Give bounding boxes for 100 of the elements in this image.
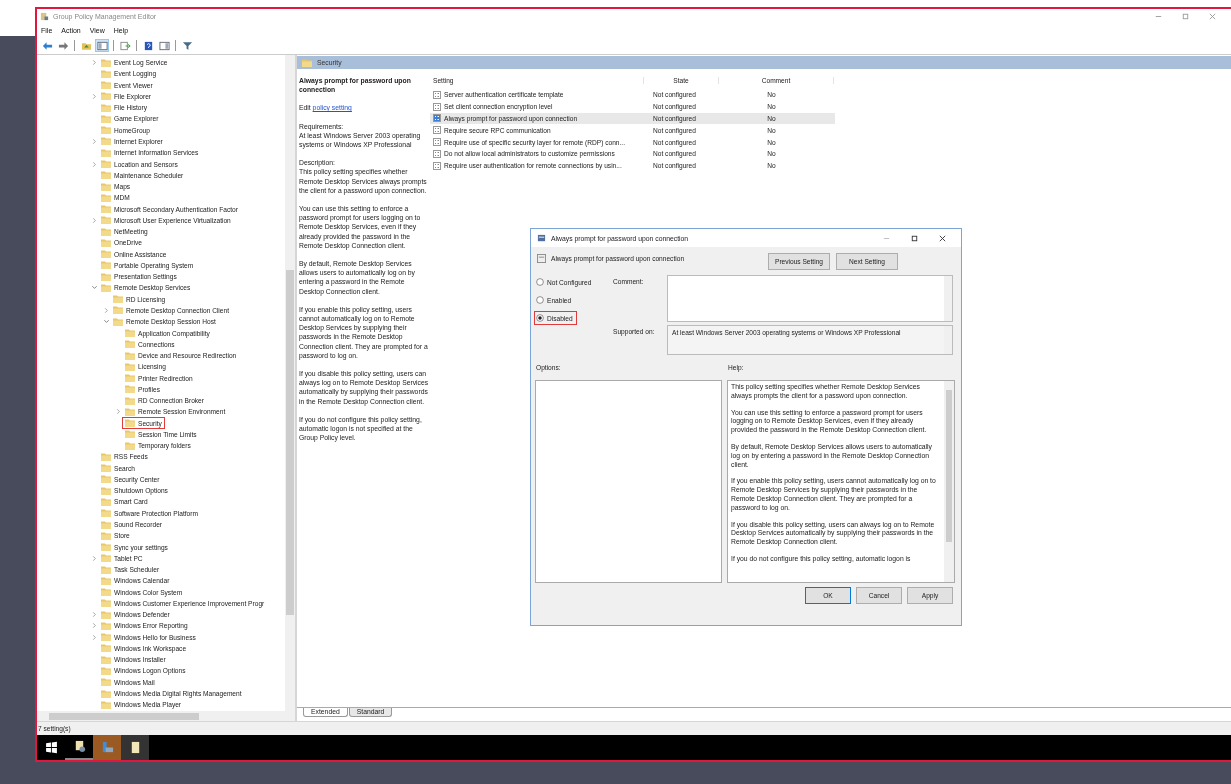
folder-icon xyxy=(101,193,111,202)
comment-field[interactable] xyxy=(667,275,953,322)
panel-icon xyxy=(158,40,170,51)
folder-icon xyxy=(101,103,111,112)
setting-icon xyxy=(433,114,441,123)
folder-icon xyxy=(101,610,111,619)
policy-icon xyxy=(537,233,546,243)
chevron-down-icon[interactable] xyxy=(103,318,110,326)
folder-icon xyxy=(125,329,135,337)
folder-icon xyxy=(101,633,111,642)
setting-icon xyxy=(433,138,441,147)
tree-pane-icon xyxy=(96,40,108,51)
folder-icon xyxy=(125,351,135,360)
close-icon[interactable] xyxy=(938,233,947,243)
folder-icon xyxy=(101,148,111,157)
chevron-right-icon[interactable] xyxy=(115,408,122,416)
export-list-icon xyxy=(119,40,131,51)
windows-logo-icon xyxy=(44,741,58,754)
folder-icon xyxy=(101,543,111,552)
setting-icon xyxy=(433,90,441,99)
folder-icon xyxy=(125,396,135,405)
folder-icon xyxy=(101,126,111,135)
filter-icon xyxy=(181,40,193,51)
folder-icon xyxy=(101,689,111,698)
toolbar-button[interactable] xyxy=(118,39,132,52)
back-arrow-icon xyxy=(41,40,53,51)
vertical-scrollbar[interactable] xyxy=(285,55,295,711)
folder-icon xyxy=(101,464,111,473)
setting-icon xyxy=(433,126,441,135)
folder-icon xyxy=(125,407,135,416)
toolbar-button[interactable] xyxy=(40,39,54,52)
folder-icon xyxy=(101,216,111,225)
scroll-thumb[interactable] xyxy=(946,390,952,542)
app-icon xyxy=(40,12,49,21)
folder-icon xyxy=(101,250,111,259)
folder-icon xyxy=(101,498,111,506)
folder-icon xyxy=(101,272,111,281)
folder-icon xyxy=(101,700,111,709)
folder-icon xyxy=(113,317,123,326)
setting-icon xyxy=(433,102,441,111)
folder-icon xyxy=(113,295,123,304)
server-icon xyxy=(100,741,114,754)
folder-icon xyxy=(101,81,111,90)
folder-icon xyxy=(101,576,111,585)
chevron-right-icon[interactable] xyxy=(91,160,98,168)
chevron-right-icon[interactable] xyxy=(91,611,98,619)
folder-icon xyxy=(101,599,111,608)
folder-icon xyxy=(101,227,111,236)
folder-icon xyxy=(125,362,135,371)
radio-button[interactable] xyxy=(536,314,544,322)
folder-icon xyxy=(101,520,111,529)
radio-button[interactable] xyxy=(536,296,544,304)
scroll-thumb[interactable] xyxy=(49,712,199,720)
folder-icon xyxy=(101,644,111,653)
chevron-right-icon[interactable] xyxy=(91,554,98,562)
chevron-down-icon[interactable] xyxy=(91,284,98,292)
folder-icon xyxy=(101,655,111,664)
chevron-right-icon[interactable] xyxy=(91,138,98,145)
chevron-right-icon[interactable] xyxy=(91,216,98,224)
folder-icon xyxy=(101,565,111,574)
folder-icon xyxy=(101,171,111,180)
help-icon xyxy=(142,40,154,51)
folder-icon xyxy=(101,182,111,191)
folder-icon xyxy=(113,306,123,315)
folder-icon xyxy=(101,137,111,146)
chevron-right-icon[interactable] xyxy=(103,306,110,314)
radio-button[interactable] xyxy=(536,278,544,286)
folder-up-icon xyxy=(80,40,92,51)
folder-icon xyxy=(101,205,111,214)
folder-icon xyxy=(101,452,111,461)
folder-icon xyxy=(101,114,111,123)
chevron-right-icon[interactable] xyxy=(91,92,98,100)
folder-icon xyxy=(101,92,111,101)
folder-icon xyxy=(125,374,135,383)
setting-icon xyxy=(433,161,441,170)
scroll-thumb[interactable] xyxy=(286,269,294,615)
folder-icon xyxy=(125,340,135,349)
folder-icon xyxy=(101,160,111,168)
toolbar-button[interactable] xyxy=(95,39,109,52)
maximize-icon[interactable] xyxy=(910,233,919,243)
toolbar-button[interactable] xyxy=(157,39,171,52)
folder-icon xyxy=(101,554,111,563)
horizontal-scrollbar[interactable] xyxy=(37,711,295,721)
chevron-right-icon[interactable] xyxy=(91,622,98,630)
field-scrollbar xyxy=(944,276,952,321)
folder-icon xyxy=(101,531,111,540)
folder-icon xyxy=(125,430,135,439)
folder-icon xyxy=(125,419,135,428)
chevron-right-icon[interactable] xyxy=(91,59,98,67)
folder-icon xyxy=(101,509,111,518)
toolbar-button[interactable] xyxy=(180,39,194,52)
taskbar-app[interactable] xyxy=(121,735,149,760)
folder-icon xyxy=(101,283,111,292)
chevron-right-icon[interactable] xyxy=(91,633,98,641)
folder-icon xyxy=(101,588,111,597)
folder-icon xyxy=(101,475,111,484)
vertical-scrollbar[interactable] xyxy=(944,381,954,582)
folder-icon xyxy=(101,486,111,495)
folder-icon xyxy=(101,261,111,270)
toolbar-button[interactable] xyxy=(56,39,70,52)
